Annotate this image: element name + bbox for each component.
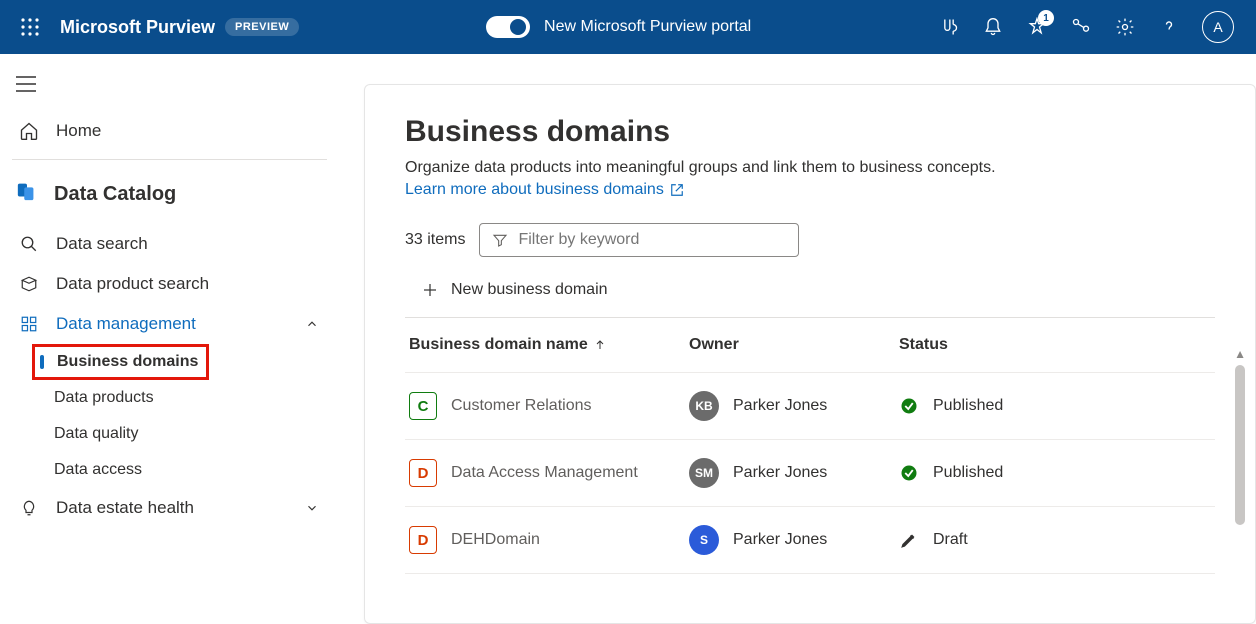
sort-asc-icon bbox=[594, 339, 606, 351]
filter-box[interactable] bbox=[479, 223, 799, 257]
management-icon bbox=[18, 315, 40, 333]
col-name[interactable]: Business domain name bbox=[409, 336, 689, 354]
app-launcher-icon[interactable] bbox=[10, 18, 50, 36]
owner-name: Parker Jones bbox=[733, 397, 827, 415]
sidebar-item-product-search[interactable]: Data product search bbox=[0, 264, 339, 304]
owner-name: Parker Jones bbox=[733, 464, 827, 482]
status-text: Published bbox=[933, 397, 1003, 415]
portal-toggle[interactable] bbox=[486, 16, 530, 38]
page-description: Organize data products into meaningful g… bbox=[405, 159, 1215, 177]
owner-cell: S Parker Jones bbox=[689, 525, 899, 555]
catalog-icon bbox=[16, 180, 38, 208]
domains-table: Business domain name Owner Status C Custo… bbox=[405, 317, 1215, 574]
draft-pen-icon bbox=[899, 530, 919, 550]
notification-badge: 1 bbox=[1038, 10, 1054, 26]
sidebar-section-label: Data Catalog bbox=[54, 183, 176, 206]
plus-icon bbox=[421, 281, 439, 299]
learn-more-text: Learn more about business domains bbox=[405, 181, 664, 199]
feedback-icon[interactable]: 1 bbox=[1026, 16, 1048, 38]
owner-avatar: SM bbox=[689, 458, 719, 488]
table-row[interactable]: C Customer Relations KB Parker Jones Publish… bbox=[405, 373, 1215, 440]
external-link-icon bbox=[670, 183, 684, 197]
status-cell: Published bbox=[899, 396, 1099, 416]
top-header: Microsoft Purview PREVIEW New Microsoft … bbox=[0, 0, 1256, 54]
settings-icon[interactable] bbox=[1114, 16, 1136, 38]
notifications-icon[interactable] bbox=[982, 16, 1004, 38]
owner-avatar: S bbox=[689, 525, 719, 555]
sidebar-sub-data-products[interactable]: Data products bbox=[54, 380, 339, 416]
sidebar-sub-data-access[interactable]: Data access bbox=[54, 452, 339, 488]
new-domain-button[interactable]: New business domain bbox=[405, 271, 1215, 317]
table-row[interactable]: D DEHDomain S Parker Jones Draft bbox=[405, 507, 1215, 574]
domain-name-cell: C Customer Relations bbox=[409, 392, 689, 420]
sidebar-item-home[interactable]: Home bbox=[0, 111, 339, 151]
check-circle-icon bbox=[899, 396, 919, 416]
connectors-icon[interactable] bbox=[1070, 16, 1092, 38]
preview-badge: PREVIEW bbox=[225, 18, 299, 36]
divider bbox=[12, 159, 327, 160]
brand-title[interactable]: Microsoft Purview bbox=[60, 17, 215, 38]
home-icon bbox=[18, 121, 40, 141]
domain-letter-icon: C bbox=[409, 392, 437, 420]
item-count: 33 items bbox=[405, 231, 465, 249]
domain-name-cell: D Data Access Management bbox=[409, 459, 689, 487]
scroll-arrow-up-icon[interactable]: ▲ bbox=[1234, 347, 1246, 361]
sidebar: Home Data Catalog Data search Data produ… bbox=[0, 54, 340, 624]
sidebar-item-estate-health[interactable]: Data estate health bbox=[0, 488, 339, 528]
lightbulb-icon bbox=[18, 499, 40, 517]
sidebar-label: Data product search bbox=[56, 274, 209, 294]
domain-letter-icon: D bbox=[409, 526, 437, 554]
sidebar-sub-data-quality[interactable]: Data quality bbox=[54, 416, 339, 452]
status-cell: Published bbox=[899, 463, 1099, 483]
toolbar: 33 items bbox=[405, 223, 1215, 257]
owner-cell: KB Parker Jones bbox=[689, 391, 899, 421]
sidebar-section-catalog: Data Catalog bbox=[0, 174, 339, 224]
chevron-up-icon bbox=[305, 316, 321, 332]
table-row[interactable]: D Data Access Management SM Parker Jones Pub… bbox=[405, 440, 1215, 507]
filter-input[interactable] bbox=[518, 231, 786, 249]
page-title: Business domains bbox=[405, 115, 1215, 149]
domain-name: Customer Relations bbox=[451, 397, 592, 415]
sidebar-label: Data estate health bbox=[56, 498, 194, 518]
sidebar-item-data-search[interactable]: Data search bbox=[0, 224, 339, 264]
col-owner[interactable]: Owner bbox=[689, 336, 899, 354]
filter-icon bbox=[492, 232, 508, 248]
search-icon bbox=[18, 235, 40, 253]
box-search-icon bbox=[18, 275, 40, 293]
status-cell: Draft bbox=[899, 530, 1099, 550]
domain-name: DEHDomain bbox=[451, 531, 540, 549]
status-text: Draft bbox=[933, 531, 968, 549]
scrollbar-thumb[interactable] bbox=[1235, 365, 1245, 525]
sidebar-label: Home bbox=[56, 121, 101, 141]
sidebar-sub-business-domains[interactable]: Business domains bbox=[32, 344, 209, 380]
domain-name: Data Access Management bbox=[451, 464, 638, 482]
learn-more-link[interactable]: Learn more about business domains bbox=[405, 181, 684, 199]
diagnostics-icon[interactable] bbox=[938, 16, 960, 38]
check-circle-icon bbox=[899, 463, 919, 483]
col-status[interactable]: Status bbox=[899, 336, 1099, 354]
owner-cell: SM Parker Jones bbox=[689, 458, 899, 488]
help-icon[interactable] bbox=[1158, 16, 1180, 38]
portal-toggle-label: New Microsoft Purview portal bbox=[544, 18, 751, 36]
sidebar-sub-label: Business domains bbox=[57, 353, 198, 370]
management-subnav: Business domains Data products Data qual… bbox=[0, 344, 339, 488]
status-text: Published bbox=[933, 464, 1003, 482]
new-domain-label: New business domain bbox=[451, 281, 608, 299]
sidebar-label: Data search bbox=[56, 234, 148, 254]
main-content: Business domains Organize data products … bbox=[340, 54, 1256, 624]
domain-name-cell: D DEHDomain bbox=[409, 526, 689, 554]
owner-avatar: KB bbox=[689, 391, 719, 421]
user-avatar[interactable]: A bbox=[1202, 11, 1234, 43]
table-header: Business domain name Owner Status bbox=[405, 318, 1215, 373]
chevron-down-icon bbox=[305, 500, 321, 516]
sidebar-label: Data management bbox=[56, 314, 196, 334]
owner-name: Parker Jones bbox=[733, 531, 827, 549]
hamburger-icon[interactable] bbox=[0, 70, 339, 111]
sidebar-item-data-management[interactable]: Data management bbox=[0, 304, 339, 344]
domain-letter-icon: D bbox=[409, 459, 437, 487]
